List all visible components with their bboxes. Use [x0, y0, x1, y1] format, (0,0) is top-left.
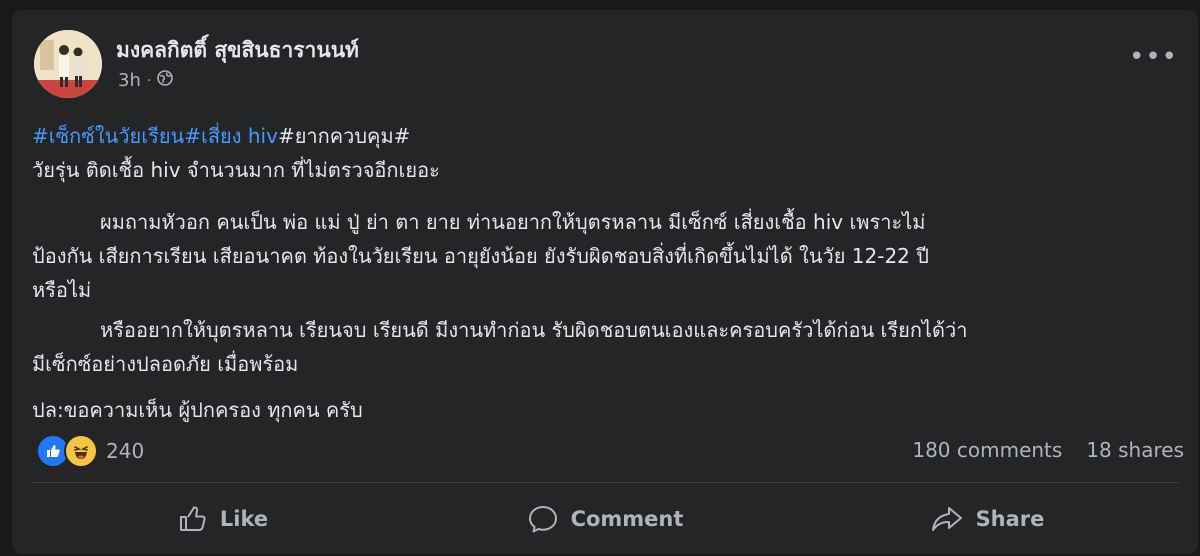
like-label: Like — [219, 507, 269, 531]
reactions-summary[interactable]: 240 — [36, 434, 144, 468]
post-meta: 3h · — [118, 70, 174, 91]
avatar-photo — [34, 30, 102, 98]
hashtag-line: #เซ็กซ์ในวัยเรียน#เสี่ยง hiv#ยากควบคุม# — [32, 120, 410, 152]
thumbs-up-icon — [178, 505, 208, 533]
comment-label: Comment — [570, 507, 684, 531]
hashtag-link[interactable]: #เซ็กซ์ในวัยเรียน — [32, 124, 184, 148]
post-text-line: มีเซ็กซ์อย่างปลอดภัย เมื่อพร้อม — [32, 352, 299, 376]
haha-reaction-icon — [64, 434, 98, 468]
comment-bubble-icon — [527, 504, 559, 534]
comment-button[interactable]: Comment — [414, 490, 796, 548]
post-text-line: ผมถามหัวอก คนเป็น พ่อ แม่ ปู่ ย่า ตา ยาย… — [100, 210, 926, 234]
post-text-line: หรือไม่ — [32, 278, 92, 302]
more-options-button[interactable]: ••• — [1129, 44, 1178, 70]
globe-icon[interactable] — [157, 70, 174, 91]
comments-count-link[interactable]: 180 comments — [912, 438, 1062, 462]
shares-count-link[interactable]: 18 shares — [1086, 438, 1184, 462]
divider — [32, 482, 1178, 483]
post-text-line: ป้องกัน เสียการเรียน เสียอนาคต ท้องในวัย… — [32, 244, 929, 268]
reaction-count: 240 — [106, 439, 145, 463]
post-text-line: หรืออยากให้บุตรหลาน เรียนจบ เรียนดี มีงา… — [100, 318, 968, 342]
engagement-stats: 180 comments 18 shares — [912, 438, 1184, 462]
post-card: มงคลกิตติ์ สุขสินธารานนท์ 3h · ••• #เซ็ก… — [12, 10, 1198, 554]
share-arrow-icon — [930, 505, 964, 533]
action-bar: Like Comment Share — [32, 490, 1178, 548]
separator-dot: · — [146, 72, 152, 89]
post-text-line: ปล:ขอความเห็น ผู้ปกครอง ทุกคน ครับ — [32, 398, 363, 422]
hashtag-link[interactable]: #ยากควบคุม# — [278, 124, 410, 148]
share-label: Share — [975, 507, 1045, 531]
hashtag-link[interactable]: #เสี่ยง hiv — [184, 124, 278, 148]
like-button[interactable]: Like — [32, 490, 414, 548]
share-button[interactable]: Share — [796, 490, 1178, 548]
author-name[interactable]: มงคลกิตติ์ สุขสินธารานนท์ — [116, 34, 359, 67]
post-time[interactable]: 3h — [118, 70, 141, 91]
post-text-line: วัยรุ่น ติดเชื้อ hiv จำนวนมาก ที่ไม่ตรวจ… — [32, 158, 440, 182]
avatar[interactable] — [34, 30, 102, 98]
